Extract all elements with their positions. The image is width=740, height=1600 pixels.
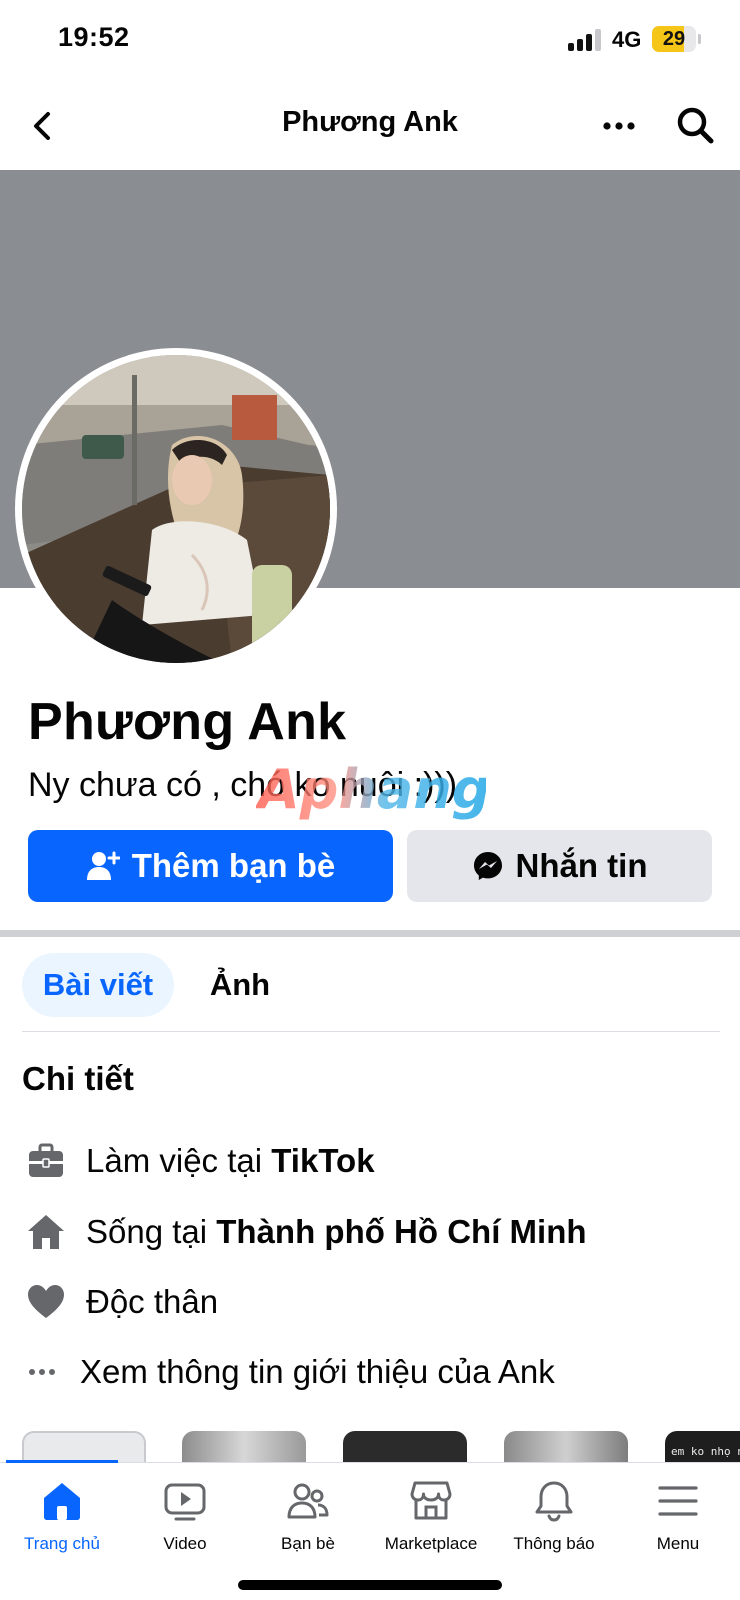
nav-notifications-label: Thông báo bbox=[513, 1534, 595, 1553]
detail-lives-prefix: Sống tại bbox=[86, 1213, 217, 1250]
featured-thumb[interactable] bbox=[22, 1431, 146, 1463]
back-button[interactable] bbox=[22, 104, 66, 148]
house-icon bbox=[28, 1215, 64, 1249]
tab-posts[interactable]: Bài viết bbox=[22, 953, 174, 1017]
nav-friends-label: Bạn bè bbox=[281, 1534, 335, 1553]
tab-photos[interactable]: Ảnh bbox=[196, 953, 284, 1017]
more-button[interactable] bbox=[594, 104, 644, 148]
avatar-photo bbox=[22, 355, 330, 663]
featured-photos-strip: em ko nhọ nh bbox=[0, 1431, 740, 1463]
detail-work-prefix: Làm việc tại bbox=[86, 1142, 272, 1179]
watermark-text: Aphang bbox=[256, 758, 486, 821]
message-label: Nhắn tin bbox=[515, 847, 648, 884]
detail-relationship: Độc thân bbox=[22, 1277, 722, 1327]
more-dots-icon bbox=[29, 1369, 55, 1375]
add-friend-label: Thêm bạn bè bbox=[131, 847, 336, 884]
nav-friends[interactable]: Bạn bè bbox=[246, 1463, 370, 1563]
message-button[interactable]: Nhắn tin bbox=[407, 830, 712, 902]
see-about-link[interactable]: Xem thông tin giới thiệu của Ank bbox=[22, 1347, 722, 1397]
status-bar: 19:52 4G 29 bbox=[0, 0, 740, 80]
thumb-caption: em ko nhọ nh bbox=[671, 1445, 740, 1458]
profile-header: Phương Ank bbox=[0, 86, 740, 170]
detail-work-value: TikTok bbox=[271, 1142, 375, 1179]
featured-thumb[interactable] bbox=[504, 1431, 628, 1463]
search-button[interactable] bbox=[672, 102, 718, 148]
messenger-icon bbox=[473, 852, 502, 880]
home-icon bbox=[44, 1483, 80, 1520]
chevron-left-icon bbox=[34, 112, 50, 140]
video-icon bbox=[164, 1483, 206, 1521]
watermark-logo: Aphang bbox=[256, 758, 486, 821]
add-friend-icon bbox=[86, 851, 120, 880]
section-divider bbox=[0, 930, 740, 937]
featured-thumb[interactable] bbox=[182, 1431, 306, 1463]
profile-name: Phương Ank bbox=[28, 693, 347, 751]
more-horizontal-icon bbox=[603, 122, 635, 130]
nav-video-label: Video bbox=[163, 1534, 207, 1553]
detail-work: Làm việc tại TikTok bbox=[22, 1136, 722, 1186]
detail-lives: Sống tại Thành phố Hồ Chí Minh bbox=[22, 1207, 722, 1257]
see-about-text: Xem thông tin giới thiệu của Ank bbox=[80, 1353, 555, 1390]
nav-marketplace[interactable]: Marketplace bbox=[369, 1463, 493, 1563]
detail-relationship-text: Độc thân bbox=[86, 1283, 219, 1320]
featured-thumb[interactable] bbox=[343, 1431, 467, 1463]
status-time: 19:52 bbox=[58, 22, 130, 52]
bell-icon bbox=[535, 1481, 573, 1522]
featured-thumb[interactable]: em ko nhọ nh bbox=[665, 1431, 740, 1463]
battery-icon: 29 bbox=[652, 26, 696, 52]
search-icon bbox=[677, 107, 714, 144]
nav-menu-label: Menu bbox=[656, 1534, 700, 1553]
page-title: Phương Ank bbox=[282, 106, 458, 138]
nav-home-label: Trang chủ bbox=[24, 1534, 100, 1553]
marketplace-icon bbox=[410, 1481, 452, 1520]
network-type: 4G bbox=[612, 27, 642, 52]
nav-video[interactable]: Video bbox=[123, 1463, 247, 1563]
menu-icon bbox=[658, 1486, 698, 1516]
signal-icon bbox=[568, 29, 604, 51]
friends-icon bbox=[287, 1483, 329, 1519]
home-indicator bbox=[238, 1580, 502, 1590]
nav-menu[interactable]: Menu bbox=[616, 1463, 740, 1563]
nav-marketplace-label: Marketplace bbox=[384, 1534, 478, 1553]
battery-level: 29 bbox=[662, 28, 686, 50]
profile-avatar[interactable] bbox=[15, 348, 337, 670]
nav-notifications[interactable]: Thông báo bbox=[492, 1463, 616, 1563]
details-title: Chi tiết bbox=[22, 1060, 134, 1097]
battery-tip bbox=[698, 34, 701, 44]
briefcase-icon bbox=[29, 1143, 63, 1177]
add-friend-button[interactable]: Thêm bạn bè bbox=[28, 830, 393, 902]
detail-lives-value: Thành phố Hồ Chí Minh bbox=[216, 1213, 587, 1250]
tab-divider bbox=[22, 1031, 720, 1032]
nav-home[interactable]: Trang chủ bbox=[0, 1463, 124, 1563]
heart-icon bbox=[28, 1285, 64, 1318]
